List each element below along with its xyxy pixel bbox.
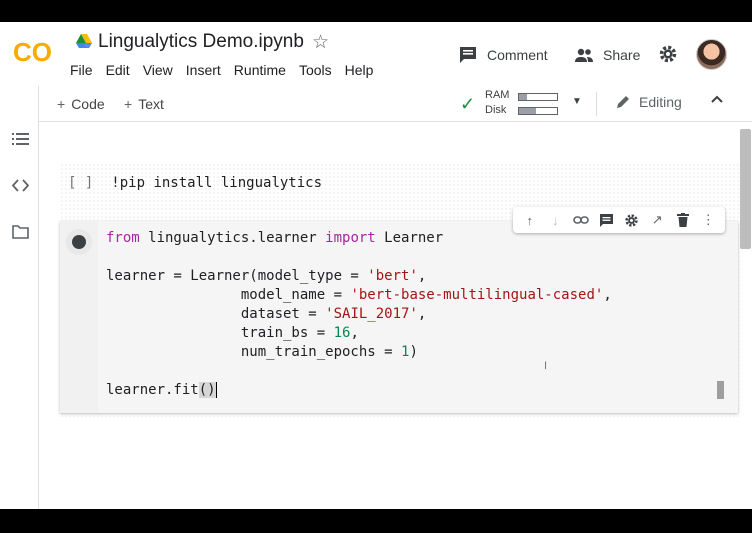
notebook-toolbar: + Code + Text ✓ RAM Disk ▼ Editing	[39, 86, 752, 122]
cell-scrollbar[interactable]	[717, 381, 724, 399]
ram-usage-bar[interactable]	[518, 93, 558, 101]
code-token: 'SAIL_2017'	[325, 306, 418, 322]
svg-text:CO: CO	[13, 38, 52, 66]
code-cell-1[interactable]: [ ] !pip install lingualytics	[68, 175, 322, 191]
editing-mode-button[interactable]: Editing	[615, 94, 682, 110]
run-cell-button[interactable]	[66, 229, 92, 255]
add-text-button[interactable]: + Text	[124, 96, 164, 112]
ram-usage-fill	[519, 94, 527, 100]
code-token: import	[325, 230, 376, 246]
connected-check-icon[interactable]: ✓	[460, 94, 475, 115]
disk-usage-bar[interactable]	[518, 107, 558, 115]
add-code-button[interactable]: + Code	[57, 96, 105, 112]
run-cell-bracket[interactable]: [ ]	[68, 175, 93, 191]
text-cursor-icon: I	[544, 360, 548, 372]
app-header: CO Lingualytics Demo.ipynb ☆ File Edit V…	[0, 22, 752, 86]
share-button[interactable]: Share	[574, 45, 640, 65]
cell-toolbar: ↑ ↓ ↗ ⋮	[513, 207, 725, 233]
menu-edit[interactable]: Edit	[106, 62, 130, 78]
comment-icon[interactable]	[598, 212, 614, 228]
people-icon	[575, 48, 593, 62]
plus-icon: +	[57, 96, 66, 112]
disk-usage-fill	[519, 108, 537, 114]
notebook-title[interactable]: Lingualytics Demo.ipynb	[98, 31, 304, 53]
trash-icon[interactable]	[675, 212, 691, 228]
comment-label: Comment	[487, 47, 548, 63]
menu-runtime[interactable]: Runtime	[234, 62, 286, 78]
move-up-icon[interactable]: ↑	[522, 212, 538, 228]
code-snippets-icon[interactable]	[12, 177, 29, 194]
add-code-label: Code	[71, 96, 105, 112]
plus-icon: +	[124, 96, 133, 112]
left-sidebar	[0, 86, 39, 509]
disk-label: Disk	[485, 104, 507, 116]
notebook-area: [ ] !pip install lingualytics from lingua…	[40, 123, 752, 509]
gear-icon[interactable]	[624, 212, 640, 228]
menu-tools[interactable]: Tools	[299, 62, 332, 78]
editing-mode-label: Editing	[639, 94, 682, 110]
code-editor[interactable]: from lingualytics.learner import Learner…	[106, 229, 612, 400]
code-token: from	[106, 230, 140, 246]
table-of-contents-icon[interactable]	[12, 131, 29, 148]
add-text-label: Text	[138, 96, 164, 112]
link-icon[interactable]	[572, 212, 589, 228]
avatar[interactable]	[696, 39, 727, 70]
chevron-down-icon[interactable]: ▼	[572, 96, 582, 107]
folder-icon[interactable]	[12, 223, 29, 240]
move-down-icon[interactable]: ↓	[547, 212, 563, 228]
cell-gutter	[60, 221, 98, 413]
code-token: 1	[401, 344, 410, 360]
pencil-icon	[617, 96, 629, 108]
share-label: Share	[603, 47, 641, 63]
gear-icon[interactable]	[658, 44, 678, 64]
menu-insert[interactable]: Insert	[186, 62, 221, 78]
more-vert-icon[interactable]: ⋮	[700, 212, 716, 228]
cell-1-code: !pip install lingualytics	[111, 175, 323, 191]
colab-logo[interactable]: CO	[13, 38, 57, 66]
bracket-highlight: ()	[198, 382, 216, 398]
menu-file[interactable]: File	[70, 62, 93, 78]
code-token: 'bert'	[367, 268, 418, 284]
colab-window: CO Lingualytics Demo.ipynb ☆ File Edit V…	[0, 22, 752, 509]
comment-button[interactable]: Comment	[458, 45, 548, 65]
star-icon[interactable]: ☆	[312, 31, 329, 54]
code-cell-2[interactable]: from lingualytics.learner import Learner…	[60, 221, 738, 413]
text-caret	[215, 382, 217, 398]
page-scrollbar[interactable]	[740, 129, 751, 249]
menu-bar: File Edit View Insert Runtime Tools Help	[70, 62, 386, 78]
ram-label: RAM	[485, 89, 510, 101]
drive-icon[interactable]	[76, 34, 92, 48]
code-token: 'bert-base-multilingual-cased'	[350, 287, 604, 303]
comment-icon	[460, 47, 476, 63]
code-token: 16	[333, 325, 351, 341]
mirror-cell-icon[interactable]: ↗	[649, 212, 665, 228]
toolbar-divider	[596, 92, 597, 116]
chevron-up-icon[interactable]	[710, 92, 724, 111]
menu-help[interactable]: Help	[345, 62, 374, 78]
menu-view[interactable]: View	[143, 62, 173, 78]
